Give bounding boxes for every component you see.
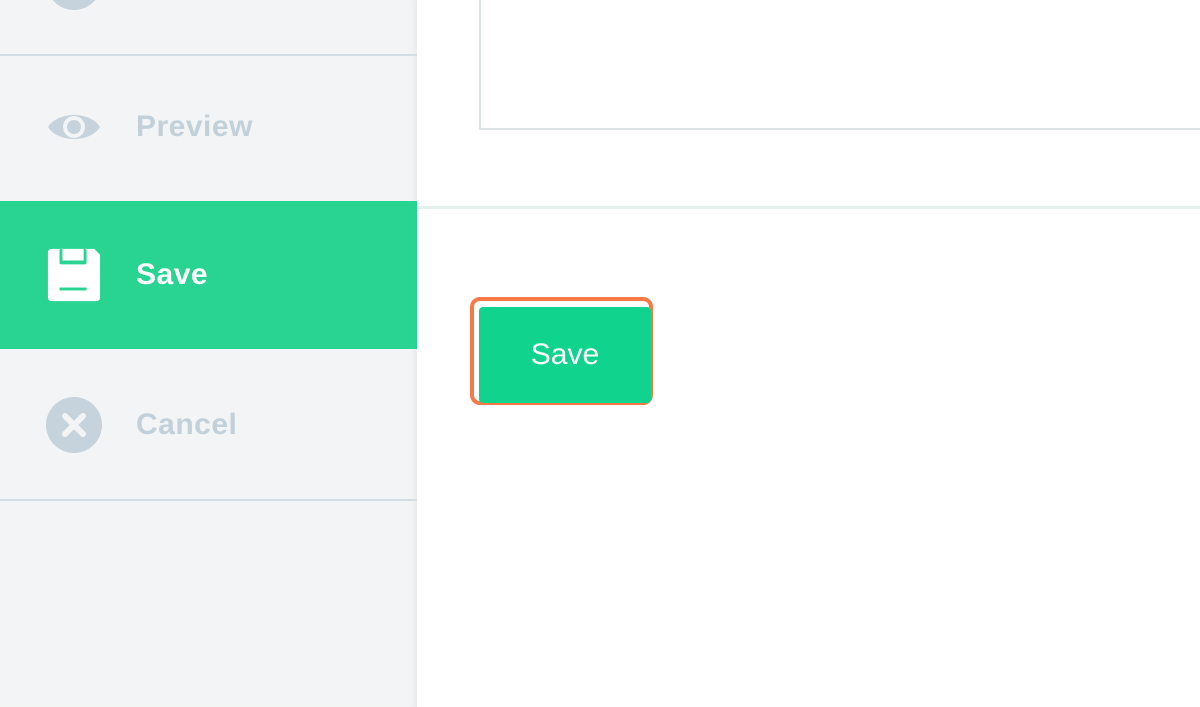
save-button[interactable]: Save (479, 307, 651, 403)
sidebar-item-cancel[interactable]: Cancel (0, 351, 417, 499)
sidebar-divider (0, 499, 417, 501)
floppy-disk-icon (46, 247, 102, 303)
app-window: Preview Save Cancel Save (0, 0, 1200, 707)
section-divider (417, 206, 1200, 209)
sidebar: Preview Save Cancel (0, 0, 417, 707)
sidebar-item-save[interactable]: Save (0, 201, 417, 349)
sidebar-item-label: Save (136, 258, 209, 291)
sidebar-item-label: Cancel (136, 408, 238, 441)
sidebar-item-preview[interactable]: Preview (0, 53, 417, 201)
partial-icon (46, 0, 102, 10)
eye-icon (46, 99, 102, 155)
sidebar-item-label: Preview (136, 110, 253, 143)
text-area[interactable] (479, 0, 1200, 130)
x-circle-icon (46, 397, 102, 453)
